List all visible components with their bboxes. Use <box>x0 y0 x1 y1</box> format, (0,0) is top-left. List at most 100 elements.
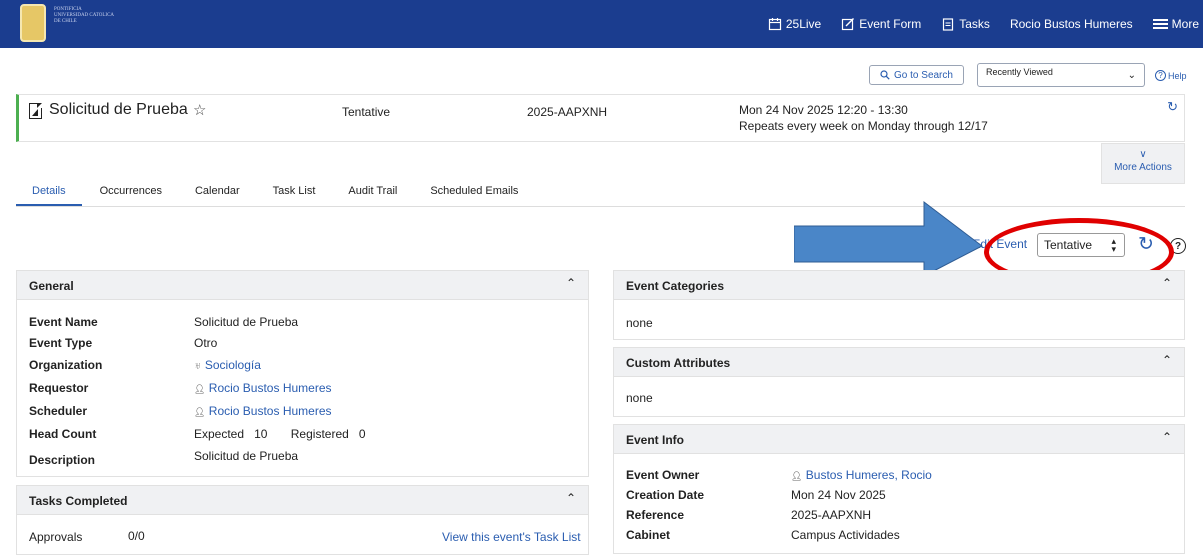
chevron-down-icon: ⌄ <box>1127 70 1136 81</box>
chevron-up-icon[interactable]: ⌃ <box>1162 353 1172 367</box>
scheduler-link[interactable]: 👤︎ Rocio Bustos Humeres <box>194 404 332 418</box>
registered-value: 0 <box>358 426 366 441</box>
event-date-time: Mon 24 Nov 2025 12:20 - 13:30 <box>739 103 908 117</box>
custom-attributes-value: none <box>626 391 653 405</box>
scheduler-value: Rocio Bustos Humeres <box>208 403 332 418</box>
event-info-row-cabinet: Cabinet Campus Actividades <box>626 525 1176 545</box>
more-actions-label: More Actions <box>1114 162 1172 173</box>
clipboard-icon <box>943 18 954 31</box>
general-row-organization: Organization ♅ Sociología <box>29 353 579 376</box>
top-nav: 25Live Event Form Tasks Rocio Bustos Hum… <box>768 0 1203 48</box>
tasks-completed-title: Tasks Completed <box>29 494 128 508</box>
tab-scheduled-emails[interactable]: Scheduled Emails <box>430 185 518 206</box>
chevron-up-icon[interactable]: ⌃ <box>566 276 576 290</box>
go-to-search-button[interactable]: Go to Search <box>869 65 964 85</box>
event-state: Tentative <box>342 105 391 119</box>
more-actions-button[interactable]: ∨ More Actions <box>1101 143 1185 184</box>
event-title: Solicitud de Prueba <box>49 101 188 118</box>
organization-link[interactable]: ♅ Sociología <box>194 358 261 372</box>
nav-25live[interactable]: 25Live <box>768 17 821 31</box>
go-to-search-label: Go to Search <box>894 69 953 81</box>
general-title: General <box>29 279 74 293</box>
event-info-row-owner: Event Owner 👤︎ Bustos Humeres, Rocio <box>626 465 1176 485</box>
nav-user[interactable]: Rocio Bustos Humeres <box>1010 17 1133 31</box>
hamburger-menu-icon <box>1152 17 1168 31</box>
nav-25live-label: 25Live <box>785 17 822 31</box>
tasks-completed-header[interactable]: Tasks Completed ⌃ <box>17 486 588 515</box>
event-categories-title: Event Categories <box>626 279 725 293</box>
recently-viewed-select[interactable]: Recently Viewed ⌄ <box>977 63 1145 87</box>
custom-attributes-header[interactable]: Custom Attributes ⌃ <box>614 348 1184 377</box>
university-logo[interactable] <box>20 4 46 42</box>
requestor-link[interactable]: 👤︎ Rocio Bustos Humeres <box>194 381 332 395</box>
edit-form-icon <box>842 18 855 31</box>
help-label: Help <box>1168 70 1187 81</box>
tab-calendar[interactable]: Calendar <box>195 185 240 206</box>
event-info-label: Cabinet <box>626 528 671 542</box>
chevron-down-icon: ∨ <box>1139 149 1147 160</box>
general-value: Otro <box>194 335 218 350</box>
nav-event-form[interactable]: Event Form <box>841 17 921 31</box>
nav-event-form-label: Event Form <box>859 17 922 31</box>
event-info-value: Campus Actividades <box>791 528 900 542</box>
help-link[interactable]: ? Help <box>1155 70 1187 81</box>
calendar-icon <box>768 18 781 31</box>
approvals-label: Approvals <box>29 530 83 544</box>
nav-tasks[interactable]: Tasks <box>941 17 990 31</box>
event-date: Mon 24 Nov 2025 12:20 - 13:30 Repeats ev… <box>739 102 988 134</box>
requestor-value: Rocio Bustos Humeres <box>208 380 332 395</box>
event-info-panel: Event Info ⌃ Event Owner 👤︎ Bustos Humer… <box>613 424 1185 554</box>
recently-viewed-label: Recently Viewed <box>986 67 1053 77</box>
tasks-completed-panel: Tasks Completed ⌃ Approvals 0/0 View thi… <box>16 485 589 555</box>
head-count-values: Expected 10 Registered 0 <box>194 427 366 441</box>
chevron-up-icon[interactable]: ⌃ <box>1162 276 1172 290</box>
general-row-event-name: Event Name Solicitud de Prueba <box>29 311 579 332</box>
event-repeat: Repeats every week on Monday through 12/… <box>739 119 988 133</box>
event-info-row-creation-date: Creation Date Mon 24 Nov 2025 <box>626 485 1176 505</box>
nav-more[interactable]: More <box>1152 17 1199 31</box>
tab-occurrences[interactable]: Occurrences <box>100 185 162 206</box>
event-info-header[interactable]: Event Info ⌃ <box>614 425 1184 454</box>
general-label: Organization <box>29 357 103 372</box>
tab-bar: Details Occurrences Calendar Task List A… <box>16 185 1185 207</box>
tab-details[interactable]: Details <box>16 185 82 206</box>
general-panel: General ⌃ Event Name Solicitud de Prueba… <box>16 270 589 477</box>
organization-value: Sociología <box>204 357 261 372</box>
org-tree-icon: ♅ <box>194 360 202 372</box>
event-categories-header[interactable]: Event Categories ⌃ <box>614 271 1184 300</box>
event-header: Solicitud de Prueba ☆ Tentative 2025-AAP… <box>16 94 1185 142</box>
search-icon <box>880 70 890 80</box>
general-row-description: Description Solicitud de Prueba <box>29 445 579 469</box>
event-info-value: Mon 24 Nov 2025 <box>791 488 886 502</box>
expected-label: Expected <box>194 426 245 441</box>
general-row-requestor: Requestor 👤︎ Rocio Bustos Humeres <box>29 376 579 399</box>
event-categories-panel: Event Categories ⌃ none <box>613 270 1185 340</box>
general-label: Head Count <box>29 426 97 441</box>
refresh-icon[interactable]: ↻ <box>1167 99 1178 115</box>
star-favorite-icon[interactable]: ☆ <box>193 101 206 119</box>
chevron-up-icon[interactable]: ⌃ <box>566 491 576 505</box>
general-panel-header[interactable]: General ⌃ <box>17 271 588 300</box>
event-owner-link[interactable]: 👤︎ Bustos Humeres, Rocio <box>791 468 932 482</box>
general-row-event-type: Event Type Otro <box>29 332 579 353</box>
expected-value: 10 <box>254 426 268 441</box>
general-row-scheduler: Scheduler 👤︎ Rocio Bustos Humeres <box>29 399 579 422</box>
logo-text: Pontificia Universidad Catolica de Chile <box>54 7 114 24</box>
question-icon: ? <box>1155 70 1166 81</box>
view-task-list-link[interactable]: View this event's Task List <box>442 530 581 544</box>
general-value: Solicitud de Prueba <box>194 449 299 463</box>
tab-task-list[interactable]: Task List <box>273 185 316 206</box>
person-icon: 👤︎ <box>194 406 206 417</box>
general-row-head-count: Head Count Expected 10 Registered 0 <box>29 422 579 445</box>
person-icon: 👤︎ <box>194 383 206 394</box>
custom-attributes-panel: Custom Attributes ⌃ none <box>613 347 1185 417</box>
event-reference: 2025-AAPXNH <box>527 105 608 119</box>
general-label: Event Type <box>29 335 93 350</box>
user-name: Rocio Bustos Humeres <box>1009 17 1133 31</box>
general-label: Event Name <box>29 314 98 329</box>
annotation-arrow <box>794 200 983 277</box>
document-icon <box>29 103 42 119</box>
chevron-up-icon[interactable]: ⌃ <box>1162 430 1172 444</box>
event-info-label: Reference <box>626 508 685 522</box>
tab-audit-trail[interactable]: Audit Trail <box>348 185 397 206</box>
